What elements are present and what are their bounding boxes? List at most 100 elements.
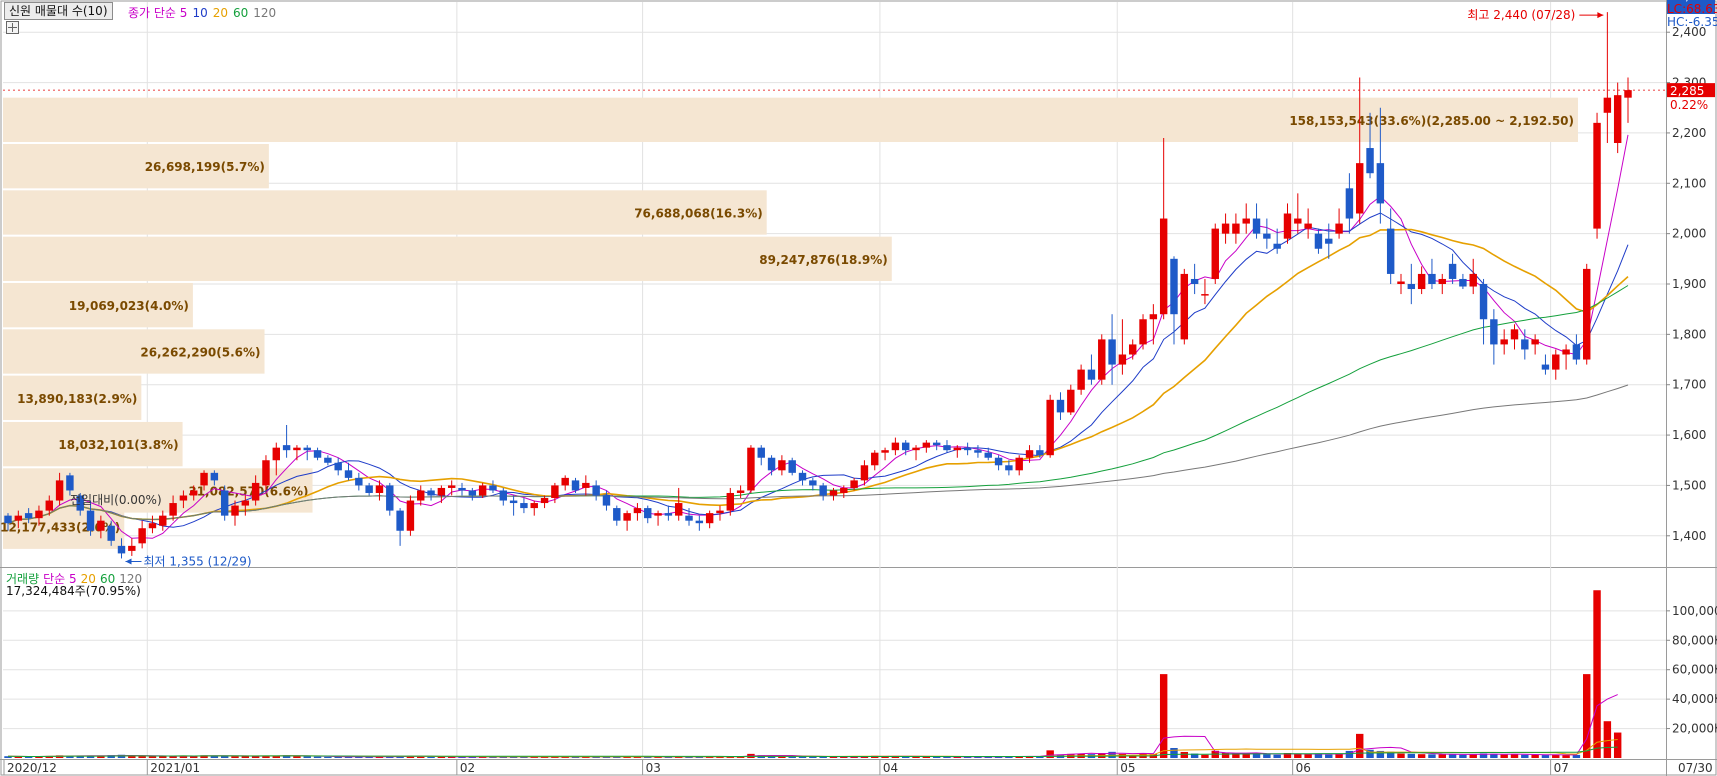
low-arrow-head (125, 558, 132, 565)
candle-body (1624, 90, 1632, 98)
candle-body (117, 545, 126, 554)
candle-body (520, 503, 528, 509)
candle-body (726, 492, 735, 511)
candle-body (220, 490, 229, 516)
volume-bar (313, 756, 322, 758)
volume-bar (241, 756, 250, 758)
volume-bar (1593, 590, 1601, 758)
candle-body (1521, 339, 1529, 350)
candle-body (530, 503, 538, 509)
candle-body (1562, 349, 1570, 355)
candle-body (313, 450, 322, 458)
candle-body (850, 480, 858, 488)
volume-tick-label: 60,000K (1672, 663, 1717, 677)
candle-body (623, 513, 631, 521)
candle-body (179, 495, 188, 501)
candle-body (1448, 263, 1457, 279)
candle-body (654, 513, 662, 516)
candle-body (1397, 281, 1405, 284)
volume-bar (1263, 754, 1271, 758)
price-tick-label: 2,200 (1672, 126, 1706, 140)
candle-body (365, 485, 373, 493)
candle-body (1376, 163, 1385, 204)
volume-bar (1273, 754, 1281, 758)
candle-body (1428, 273, 1436, 284)
candle-body (107, 525, 115, 541)
x-axis-label: 2021/01 (150, 761, 200, 775)
candle-body (231, 505, 239, 516)
candle-body (14, 515, 23, 521)
candle-body (798, 472, 807, 481)
candle-body (860, 465, 869, 481)
candle-body (437, 487, 446, 496)
stock-chart[interactable]: 12,177,433(2.6%)31,082,570(6.6%)18,032,1… (0, 0, 1717, 776)
candle-body (871, 452, 879, 466)
candle-body (97, 520, 105, 531)
candle-body (551, 485, 559, 499)
candle-body (1469, 273, 1477, 287)
candle-body (778, 460, 786, 471)
current-change-label: 0.22% (1670, 98, 1708, 112)
volume-profile-label: 26,698,199(5.7%) (145, 160, 265, 174)
candle-body (1459, 278, 1467, 287)
candle-body (272, 447, 280, 461)
volume-bar (1510, 754, 1519, 758)
volume-tick-label: 20,000K (1672, 722, 1717, 736)
grid-toggle-icon[interactable] (6, 21, 19, 34)
volume-bar (1201, 754, 1209, 758)
candle-body (427, 490, 435, 496)
candle-body (984, 452, 992, 458)
candle-body (1149, 314, 1158, 320)
volume-tick-label: 80,000K (1672, 633, 1717, 647)
candle-body (747, 447, 755, 491)
candle-body (592, 485, 600, 496)
price-tick-label: 1,800 (1672, 327, 1706, 341)
price-tick-label: 1,500 (1672, 478, 1706, 492)
candle-body (355, 477, 363, 486)
candle-body (571, 480, 580, 491)
candle-body (1366, 148, 1374, 174)
candle-body (1417, 273, 1426, 290)
candle-body (509, 500, 518, 504)
candle-body (1098, 339, 1106, 380)
candle-body (86, 510, 95, 531)
volume-bar (1159, 674, 1168, 758)
volume-bar (148, 756, 157, 758)
volume-bar (1603, 721, 1612, 758)
candle-body (417, 490, 425, 501)
candle-body (540, 498, 549, 504)
candle-body (1583, 268, 1591, 360)
candle-body (447, 485, 456, 488)
volume-profile-label: 18,032,101(3.8%) (58, 438, 178, 452)
candle-body (922, 442, 931, 448)
candle-body (1211, 228, 1219, 279)
candle-body (1190, 278, 1199, 284)
candle-body (1108, 339, 1116, 365)
x-axis-label: 05 (1120, 761, 1135, 775)
price-tick-label: 1,600 (1672, 428, 1706, 442)
candle-body (1572, 344, 1581, 360)
candle-body (24, 513, 33, 519)
candle-body (344, 470, 353, 478)
candle-body (396, 510, 404, 531)
volume-bar (1304, 754, 1312, 758)
candle-body (45, 500, 53, 511)
candle-body (757, 447, 765, 458)
candle-body (602, 495, 611, 506)
candle-body (148, 523, 157, 529)
candle-body (1159, 218, 1168, 315)
volume-bar (1170, 747, 1178, 758)
candle-body (1294, 218, 1302, 224)
volume-badge-pct: 70.95% (1670, 0, 1716, 3)
candle-body (912, 447, 920, 451)
volume-bar (303, 756, 311, 758)
indicator-settings-button[interactable]: 신원 매물대 수(10) (4, 2, 113, 20)
candle-body (282, 445, 291, 451)
volume-profile-label: 31,082,570(6.6%) (188, 484, 308, 498)
candle-body (1531, 339, 1539, 345)
volume-profile-label: 13,890,183(2.9%) (17, 392, 137, 406)
candle-body (1128, 344, 1137, 355)
candle-body (324, 457, 332, 463)
volume-bar (437, 756, 446, 758)
candle-body (994, 457, 1003, 466)
